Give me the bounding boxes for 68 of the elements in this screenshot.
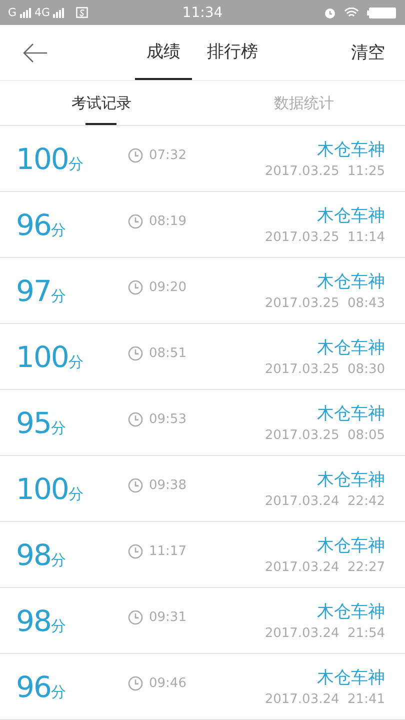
exam-duration: 07:32: [149, 148, 186, 163]
network-label: G: [8, 6, 17, 19]
back-button[interactable]: [22, 43, 48, 63]
rank-title: 木仓车神: [317, 469, 385, 491]
rank-title: 木仓车神: [317, 205, 385, 227]
exam-date: 2017.03.25 08:30: [264, 362, 385, 377]
rank-title: 木仓车神: [317, 139, 385, 161]
clock-icon: [128, 610, 143, 625]
network-label: 4G: [34, 6, 50, 19]
clock-time: 11:34: [182, 4, 223, 20]
score-unit: 分: [50, 682, 66, 702]
score-unit: 分: [68, 352, 84, 372]
exam-date: 2017.03.25 11:14: [264, 230, 385, 245]
exam-date: 2017.03.24 22:42: [264, 494, 385, 509]
score-value: 98: [16, 604, 51, 638]
score-unit: 分: [50, 550, 66, 570]
clock-icon: [128, 676, 143, 691]
score-value: 95: [16, 406, 51, 440]
exam-date: 2017.03.25 08:43: [264, 296, 385, 311]
exam-date: 2017.03.25 08:05: [264, 428, 385, 443]
exam-duration: 08:51: [149, 346, 186, 361]
score-unit: 分: [50, 220, 66, 240]
clock-icon: [128, 280, 143, 295]
signal-icon: [53, 8, 66, 18]
exam-duration: 09:20: [149, 280, 186, 295]
score-unit: 分: [50, 418, 66, 438]
score-unit: 分: [68, 154, 84, 174]
rank-title: 木仓车神: [317, 601, 385, 623]
clock-icon: [128, 148, 143, 163]
exam-date: 2017.03.24 21:41: [264, 692, 385, 707]
score-unit: 分: [68, 484, 84, 504]
wifi-icon: [344, 7, 359, 18]
signal-icon: [20, 8, 32, 18]
exam-duration: 11:17: [149, 544, 186, 559]
score-value: 98: [16, 538, 51, 572]
sim-card-icon: [76, 7, 88, 18]
score-unit: 分: [50, 616, 66, 636]
clock-icon: [128, 412, 143, 427]
clock-icon: [128, 544, 143, 559]
score-value: 96: [16, 670, 51, 704]
header-tab[interactable]: 排行榜: [207, 25, 258, 80]
battery-icon: [367, 6, 397, 18]
exam-duration: 09:38: [149, 478, 186, 493]
exam-duration: 09:31: [149, 610, 186, 625]
exam-date: 2017.03.24 21:54: [264, 626, 385, 641]
sub-tab[interactable]: 考试记录: [71, 81, 132, 125]
rank-title: 木仓车神: [317, 337, 385, 359]
exam-duration: 08:19: [149, 214, 186, 229]
rank-title: 木仓车神: [317, 271, 385, 293]
clear-button[interactable]: 清空: [351, 41, 385, 64]
exam-date: 2017.03.25 11:25: [264, 164, 385, 179]
rank-title: 木仓车神: [317, 403, 385, 425]
score-value: 100: [16, 142, 68, 176]
score-unit: 分: [50, 286, 66, 306]
score-value: 100: [16, 340, 68, 374]
score-value: 97: [16, 274, 51, 308]
alarm-icon: [324, 6, 336, 18]
header-tab[interactable]: 成绩: [135, 25, 192, 80]
exam-duration: 09:53: [149, 412, 186, 427]
rank-title: 木仓车神: [317, 667, 385, 689]
clock-icon: [128, 346, 143, 361]
score-value: 100: [16, 472, 68, 506]
rank-title: 木仓车神: [317, 535, 385, 557]
exam-duration: 09:46: [149, 676, 186, 691]
clock-icon: [128, 214, 143, 229]
clock-icon: [128, 478, 143, 493]
score-value: 96: [16, 208, 51, 242]
exam-date: 2017.03.24 22:27: [264, 560, 385, 575]
